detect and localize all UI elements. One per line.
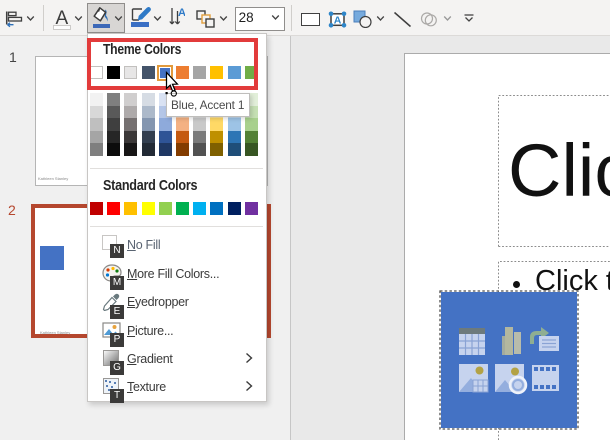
svg-text:A: A	[334, 15, 342, 27]
svg-text:A: A	[178, 7, 185, 19]
